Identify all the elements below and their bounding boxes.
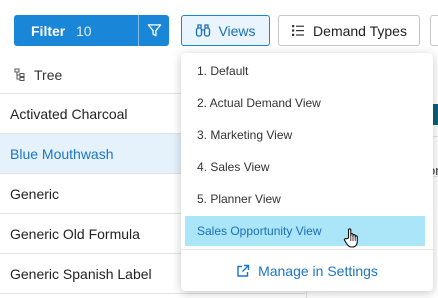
- hierarchy-icon: [14, 68, 26, 81]
- funnel-icon[interactable]: [139, 15, 169, 46]
- tree-row-label: Generic Spanish Label: [10, 265, 152, 282]
- menu-item-actual-demand-view[interactable]: 2. Actual Demand View: [185, 88, 425, 118]
- manage-in-settings-link[interactable]: Manage in Settings: [181, 257, 433, 285]
- manage-in-settings-label: Manage in Settings: [258, 263, 378, 279]
- views-dropdown-menu: 1. Default 2. Actual Demand View 3. Mark…: [181, 53, 433, 291]
- tree-row-label: Generic Old Formula: [10, 225, 140, 242]
- external-link-icon: [236, 264, 250, 278]
- more-button[interactable]: [430, 15, 438, 46]
- menu-item-planner-view[interactable]: 5. Planner View: [185, 184, 425, 214]
- menu-item-default[interactable]: 1. Default: [185, 56, 425, 86]
- menu-item-label: 1. Default: [197, 64, 249, 78]
- demand-types-label: Demand Types: [313, 22, 407, 39]
- menu-item-label: 4. Sales View: [197, 160, 270, 174]
- menu-divider: [181, 249, 433, 250]
- filter-button[interactable]: Filter 10: [14, 15, 169, 46]
- menu-item-label: 2. Actual Demand View: [197, 96, 321, 110]
- filter-label: Filter: [31, 22, 66, 39]
- binoculars-icon: [195, 23, 211, 38]
- views-button[interactable]: Views: [181, 15, 270, 46]
- tree-row-label: Generic: [10, 185, 60, 202]
- tree-row-label: Blue Mouthwash: [10, 145, 114, 162]
- filter-count: 10: [76, 22, 92, 39]
- menu-item-sales-view[interactable]: 4. Sales View: [185, 152, 425, 182]
- menu-item-label: 5. Planner View: [197, 192, 281, 206]
- tree-row-label: Activated Charcoal: [10, 105, 128, 122]
- views-label: Views: [218, 22, 256, 39]
- menu-item-label: Sales Opportunity View: [197, 224, 322, 238]
- menu-item-label: 3. Marketing View: [197, 128, 293, 142]
- menu-item-sales-opportunity-view[interactable]: Sales Opportunity View: [185, 216, 425, 246]
- list-icon: [291, 24, 305, 37]
- tree-header-label: Tree: [34, 66, 63, 83]
- menu-item-marketing-view[interactable]: 3. Marketing View: [185, 120, 425, 150]
- hand-cursor-icon: [343, 227, 361, 254]
- demand-types-button[interactable]: Demand Types: [278, 15, 420, 46]
